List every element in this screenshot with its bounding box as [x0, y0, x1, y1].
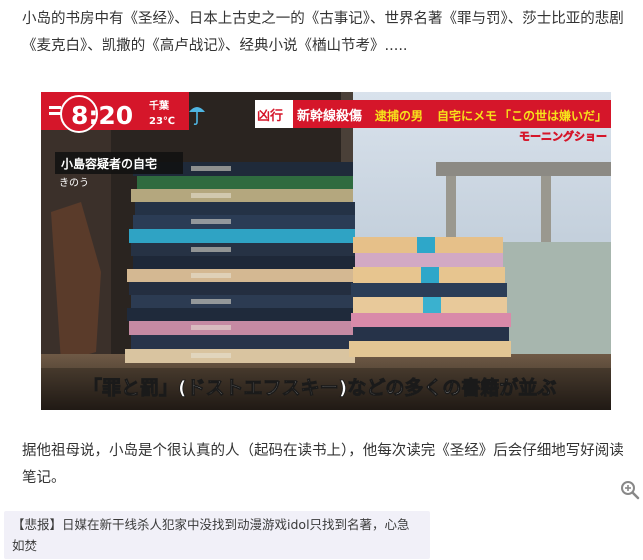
related-article-link[interactable]: 【悲报】日媒在新干线杀人犯家中没找到动漫游戏idol只找到名著，心急如焚: [4, 511, 430, 559]
headline-text: 新幹線殺傷: [297, 108, 362, 124]
article-paragraph-2: 据他祖母说，小岛是个很认真的人（起码在读书上），他每次读完《圣经》后会仔细地写好…: [22, 443, 624, 486]
tv-region: 千葉: [149, 99, 170, 112]
location-caption: 小島容疑者の自宅: [61, 156, 157, 171]
headline-sub: 逮捕の男: [375, 108, 423, 123]
article-body: 小岛的书房中有《圣经》、日本上古史之一的《古事记》、世界名著《罪与罚》、莎士比亚…: [0, 0, 643, 508]
headline-note: 自宅にメモ: [437, 108, 497, 123]
date-caption: きのう: [59, 177, 89, 189]
headline-quote: 「この世は嫌いだ」: [499, 108, 607, 123]
article-paragraph-1: 小岛的书房中有《圣经》、日本上古史之一的《古事记》、世界名著《罪与罚》、莎士比亚…: [22, 11, 624, 54]
headline-tag: 凶行: [257, 108, 283, 124]
related-link-text: 日媒在新干线杀人犯家中没找到动漫游戏idol只找到名著，心急如焚: [12, 517, 410, 553]
tv-subtitle: 「罪と罰」(ドストエフスキー)などの多くの書籍が並ぶ: [83, 376, 556, 399]
program-logo: モーニングショー: [519, 129, 607, 143]
tv-temperature: 23℃: [149, 116, 175, 127]
related-link-bar: 【悲报】日媒在新干线杀人犯家中没找到动漫游戏idol只找到名著，心急如焚: [0, 509, 643, 560]
related-tag: 【悲报】: [12, 517, 63, 532]
zoom-in-icon[interactable]: [620, 480, 640, 500]
tv-screenshot-image: 8:20 千葉 23℃ 凶行 新幹線殺傷 逮捕の男 自宅にメモ 「この世は嫌いだ…: [41, 92, 611, 410]
tv-clock: 8:20: [71, 101, 133, 130]
